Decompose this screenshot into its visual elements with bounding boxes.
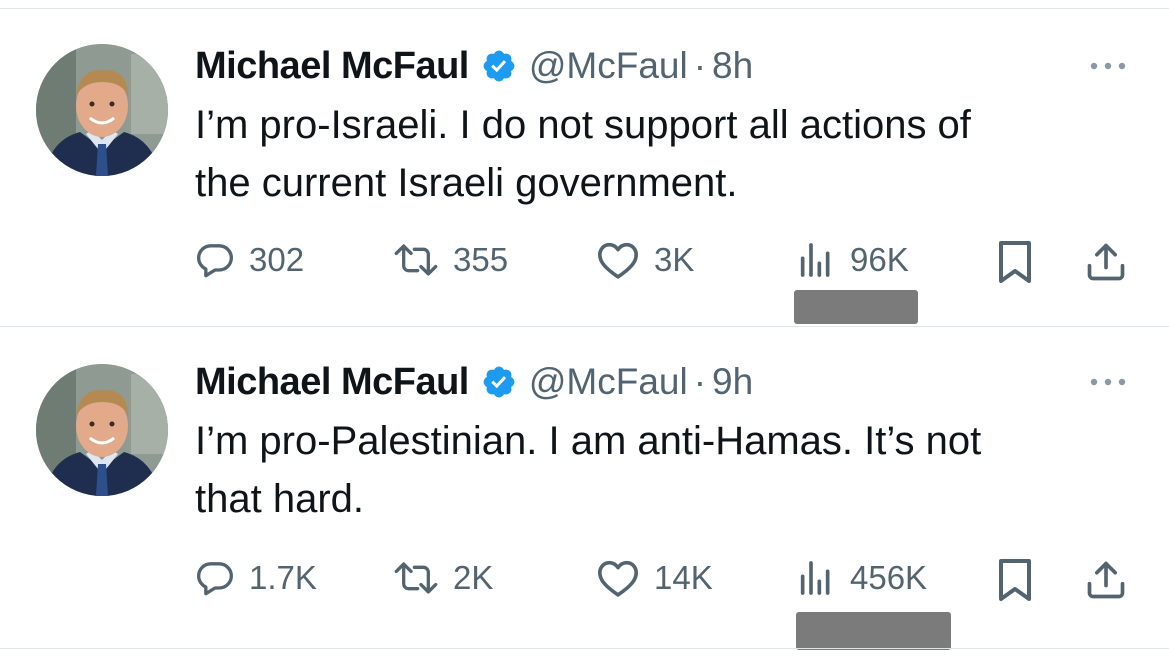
- retweet-button[interactable]: 355: [393, 240, 508, 280]
- author-handle[interactable]: @McFaul: [529, 45, 688, 87]
- avatar[interactable]: [36, 364, 168, 496]
- retweet-count: 355: [453, 241, 509, 278]
- tweet-text: I’m pro-Palestinian. I am anti-Hamas. It…: [195, 412, 1125, 528]
- retweet-icon: [394, 562, 438, 594]
- redaction-bar: [794, 290, 918, 324]
- like-icon: [597, 242, 638, 279]
- reply-icon: [197, 244, 233, 278]
- retweet-icon: [394, 244, 438, 276]
- views-button[interactable]: 96K: [796, 240, 909, 280]
- views-count: 456K: [850, 559, 928, 596]
- tweet-header: Michael McFaul @McFaul · 9h: [195, 352, 753, 412]
- like-button[interactable]: 14K: [596, 558, 713, 598]
- tweet-text-line: I’m pro-Palestinian. I am anti-Hamas. It…: [195, 419, 982, 463]
- timestamp[interactable]: 8h: [712, 45, 753, 87]
- separator-dot: ·: [693, 45, 707, 86]
- bookmark-icon[interactable]: [997, 240, 1033, 289]
- like-icon: [597, 560, 638, 597]
- bottom-divider: [0, 648, 1169, 649]
- tweet-1[interactable]: Michael McFaul @McFaul · 8h I’m pro-Isra…: [0, 0, 1169, 326]
- views-icon: [800, 243, 830, 277]
- share-icon[interactable]: [1084, 558, 1128, 607]
- reply-count: 302: [249, 241, 305, 278]
- tweet-text-line: I’m pro-Israeli. I do not support all ac…: [195, 103, 971, 147]
- verified-badge-icon: [481, 48, 517, 84]
- retweet-button[interactable]: 2K: [393, 558, 493, 598]
- separator-dot: ·: [693, 361, 707, 402]
- views-button[interactable]: 456K: [796, 558, 927, 598]
- tweet-text: I’m pro-Israeli. I do not support all ac…: [195, 96, 1125, 212]
- tweet-text-line: the current Israeli government.: [195, 161, 738, 205]
- verified-badge-icon: [481, 364, 517, 400]
- reply-icon: [197, 562, 233, 596]
- share-icon[interactable]: [1084, 240, 1128, 289]
- like-count: 14K: [654, 559, 713, 596]
- reply-count: 1.7K: [249, 559, 317, 596]
- retweet-count: 2K: [453, 559, 494, 596]
- author-name[interactable]: Michael McFaul: [195, 45, 469, 88]
- bookmark-icon[interactable]: [997, 558, 1033, 607]
- redaction-bar: [796, 612, 951, 650]
- like-button[interactable]: 3K: [596, 240, 694, 280]
- reply-button[interactable]: 1.7K: [195, 558, 317, 598]
- tweet-text-line: that hard.: [195, 477, 365, 521]
- author-name[interactable]: Michael McFaul: [195, 361, 469, 404]
- like-count: 3K: [654, 241, 695, 278]
- reply-button[interactable]: 302: [195, 240, 304, 280]
- tweet-header: Michael McFaul @McFaul · 8h: [195, 36, 753, 96]
- avatar[interactable]: [36, 44, 168, 176]
- tweet-2[interactable]: Michael McFaul @McFaul · 9h I’m pro-Pale…: [0, 326, 1169, 660]
- more-icon[interactable]: [1086, 56, 1130, 76]
- author-handle[interactable]: @McFaul: [529, 361, 688, 403]
- views-icon: [800, 561, 830, 595]
- views-count: 96K: [850, 241, 909, 278]
- more-icon[interactable]: [1086, 372, 1130, 392]
- timestamp[interactable]: 9h: [712, 361, 753, 403]
